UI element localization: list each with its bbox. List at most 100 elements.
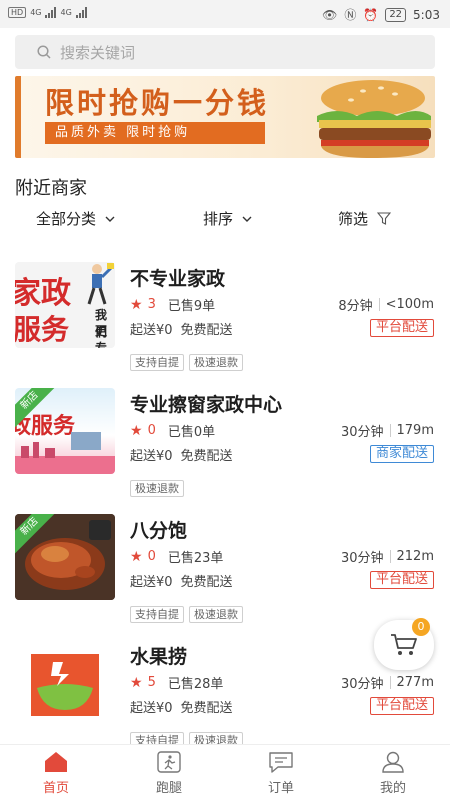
shop-distance-info: 30分钟 212m xyxy=(341,547,434,566)
status-right: 👁 Ⓝ ⏰ 22 5:03 xyxy=(322,6,440,23)
shop-name: 水果捞 xyxy=(130,646,188,668)
shop-distance-info: 30分钟 179m xyxy=(341,421,434,440)
profile-icon xyxy=(382,751,404,773)
thumb-text: 更专 xyxy=(95,324,108,348)
shop-rating: 3 xyxy=(147,297,156,312)
shop-card[interactable]: 政服务 新店 专业擦窗家政中心 ★ 0 已售0单 30分钟 179m 起送¥0 免… xyxy=(0,388,450,514)
delivery-time: 30分钟 xyxy=(340,677,384,692)
shop-stats: ★ 5 已售28单 xyxy=(130,673,223,693)
status-left: HD 4G 4G xyxy=(8,7,87,18)
cleaner-figure-icon xyxy=(87,263,114,305)
shop-tags: 支持自提 极速退款 xyxy=(130,606,243,623)
delivery-type-badge: 平台配送 xyxy=(369,319,434,337)
chevron-down-icon xyxy=(242,216,252,222)
delivery-fee: 免费配送 xyxy=(180,701,233,716)
nearby-shops-title: 附近商家 xyxy=(15,178,87,199)
signal-icon xyxy=(75,7,87,18)
divider xyxy=(389,676,391,689)
shop-card[interactable]: 新店 八分饱 ★ 0 已售23单 30分钟 212m 起送¥0 免费配送 平台配送… xyxy=(0,514,450,640)
delivery-type-badge: 平台配送 xyxy=(369,571,434,589)
delivery-fee: 免费配送 xyxy=(180,449,233,464)
delivery-time: 30分钟 xyxy=(340,551,384,566)
banner-accent-bar xyxy=(15,76,21,158)
tab-errand[interactable]: 跑腿 xyxy=(129,751,209,799)
tab-profile-label: 我的 xyxy=(379,781,406,796)
star-icon: ★ xyxy=(130,548,143,565)
shop-fees: 起送¥0 免费配送 xyxy=(130,571,233,590)
banner-subtitle: 品质外卖 限时抢购 xyxy=(45,122,265,144)
network-type-1: 4G xyxy=(30,8,42,17)
sort-filter-label: 排序 xyxy=(203,210,234,228)
shop-tags: 支持自提 极速退款 xyxy=(130,354,243,371)
shop-rating: 5 xyxy=(147,675,156,690)
shop-distance-info: 30分钟 277m xyxy=(341,673,434,692)
tab-home[interactable]: 首页 xyxy=(16,751,96,799)
shop-stats: ★ 0 已售23单 xyxy=(130,547,223,567)
promo-banner[interactable]: 限时抢购一分钱 品质外卖 限时抢购 xyxy=(15,76,435,158)
shop-sold: 已售0单 xyxy=(167,425,216,440)
divider xyxy=(389,424,391,437)
category-filter-label: 全部分类 xyxy=(36,210,97,228)
tab-orders[interactable]: 订单 xyxy=(241,751,321,799)
window-cleaning-image xyxy=(15,432,115,474)
shop-thumbnail: 政服务 新店 xyxy=(15,388,115,474)
shop-thumbnail xyxy=(15,640,115,726)
min-order: 起送¥0 xyxy=(130,449,173,464)
divider xyxy=(378,298,380,311)
screen-filter-label: 筛选 xyxy=(338,210,369,228)
hd-indicator: HD xyxy=(8,7,27,18)
delivery-type-badge: 商家配送 xyxy=(369,445,434,463)
shop-card[interactable]: 家政 服务 我们 更专 不专业家政 ★ 3 已售9单 8分钟 <100m 起送¥… xyxy=(0,262,450,388)
shop-fees: 起送¥0 免费配送 xyxy=(130,319,233,338)
chevron-down-icon xyxy=(105,216,115,222)
search-placeholder: 搜索关键词 xyxy=(60,43,136,62)
shop-stats: ★ 3 已售9单 xyxy=(130,295,216,315)
filter-bar: 全部分类 排序 筛选 xyxy=(0,208,450,234)
banner-title: 限时抢购一分钱 xyxy=(45,86,270,120)
clock: 5:03 xyxy=(413,7,440,22)
tag-self-pickup: 支持自提 xyxy=(130,606,184,623)
thumb-text: 家政 xyxy=(15,276,71,311)
distance: 179m xyxy=(396,423,434,438)
delivery-type-badge: 平台配送 xyxy=(369,697,434,715)
tab-profile[interactable]: 我的 xyxy=(353,751,433,799)
shop-sold: 已售9单 xyxy=(167,299,216,314)
alarm-icon: ⏰ xyxy=(363,7,379,22)
shop-name: 专业擦窗家政中心 xyxy=(130,394,283,416)
delivery-fee: 免费配送 xyxy=(180,323,233,338)
star-icon: ★ xyxy=(130,296,143,313)
star-icon: ★ xyxy=(130,674,143,691)
screen-filter[interactable]: 筛选 xyxy=(338,208,392,229)
divider xyxy=(389,550,391,563)
shopping-cart-icon xyxy=(391,634,417,655)
battery-icon: 22 xyxy=(385,7,407,22)
sort-filter[interactable]: 排序 xyxy=(203,208,252,229)
delivery-time: 8分钟 xyxy=(338,299,373,314)
funnel-icon xyxy=(377,212,392,225)
tab-errand-label: 跑腿 xyxy=(155,781,182,796)
distance: <100m xyxy=(385,297,434,312)
category-filter[interactable]: 全部分类 xyxy=(36,208,115,229)
shop-thumbnail: 新店 xyxy=(15,514,115,600)
shop-tags: 极速退款 xyxy=(130,480,184,497)
order-icon xyxy=(269,752,293,773)
distance: 277m xyxy=(396,675,434,690)
eye-icon: 👁 xyxy=(322,7,338,22)
min-order: 起送¥0 xyxy=(130,323,173,338)
tag-fast-refund: 极速退款 xyxy=(130,480,184,497)
cart-button[interactable]: 0 xyxy=(374,618,434,670)
signal-icon xyxy=(45,7,57,18)
thumb-text: 服务 xyxy=(15,313,70,346)
bottom-tab-bar: 首页 跑腿 订单 我的 xyxy=(0,744,450,800)
burger-image xyxy=(317,80,431,158)
distance: 212m xyxy=(396,549,434,564)
shop-name: 八分饱 xyxy=(130,520,188,542)
cart-count-badge: 0 xyxy=(412,618,430,636)
tab-orders-label: 订单 xyxy=(267,781,294,796)
search-bar[interactable]: 搜索关键词 xyxy=(15,35,435,69)
shop-fees: 起送¥0 免费配送 xyxy=(130,445,233,464)
shop-name: 不专业家政 xyxy=(130,268,226,290)
search-icon xyxy=(37,45,51,59)
home-icon xyxy=(45,752,67,772)
fruit-bowl-logo xyxy=(31,654,99,716)
